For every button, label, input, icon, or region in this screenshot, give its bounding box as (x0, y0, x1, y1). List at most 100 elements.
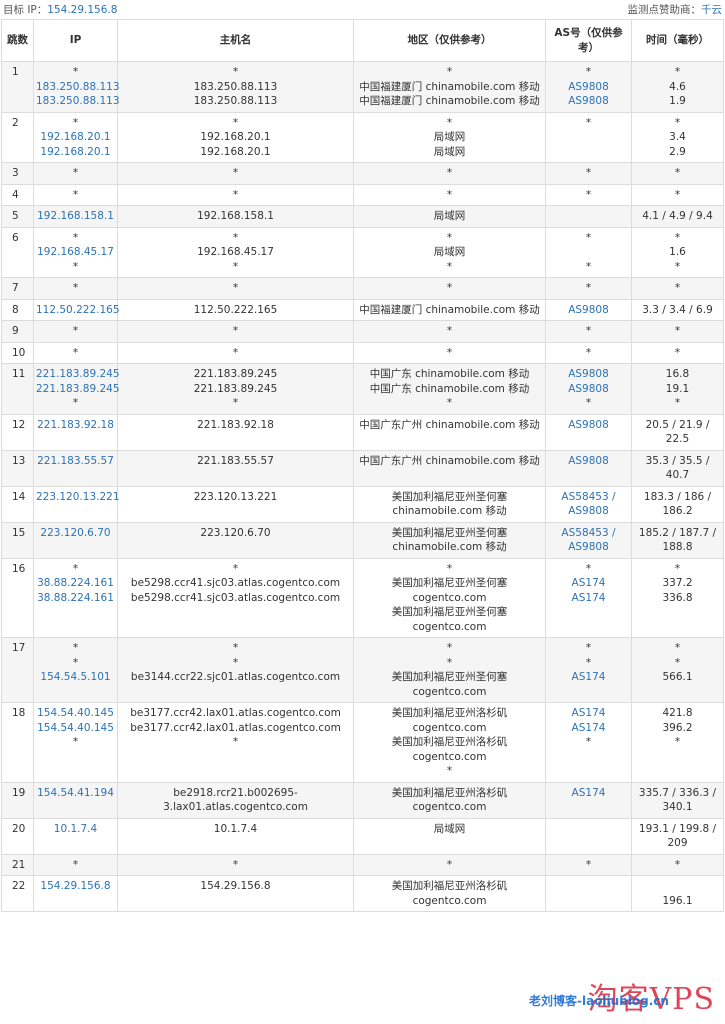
as-link[interactable]: AS9808 (548, 94, 629, 109)
time-value: 1.6 (669, 246, 686, 258)
time-value: 183.3 / 186 / (643, 490, 712, 503)
host-value: * (232, 346, 239, 359)
ip-link[interactable]: 221.183.89.245 (36, 382, 120, 397)
ip-value: * (72, 325, 79, 337)
as-link[interactable]: AS9808 (548, 454, 629, 469)
region-cell: * 局域网 局域网 (353, 111, 546, 163)
as-link[interactable]: AS174 (548, 576, 629, 591)
host-value: * (232, 116, 239, 129)
ip-link[interactable]: 221.183.92.18 (36, 418, 115, 433)
as-link[interactable]: AS9808 (548, 504, 629, 519)
time-value: 19.1 (665, 382, 690, 395)
region-cell: * 中国福建厦门 chinamobile.com 移动 中国福建厦门 chinamo… (353, 61, 546, 113)
host-value: 183.250.88.113 (193, 80, 278, 93)
ip-link[interactable]: 221.183.55.57 (36, 454, 115, 469)
ip-cell: * (33, 277, 118, 300)
as-link[interactable]: AS58453 / (548, 526, 629, 541)
ip-link[interactable]: 10.1.7.4 (36, 822, 115, 837)
hop-cell: 2 (1, 111, 34, 163)
ip-link[interactable]: 192.168.20.1 (36, 145, 115, 160)
time-value: * (674, 116, 681, 129)
region-cell: 局域网 (353, 205, 546, 228)
ip-cell: * 192.168.45.17 * (33, 226, 118, 278)
time-value (634, 879, 721, 894)
host-value: 3.lax01.atlas.cogentco.com (163, 801, 308, 813)
region-value: * (446, 642, 453, 654)
ip-link[interactable]: 183.250.88.113 (36, 80, 120, 95)
region-value: 美国加利福尼亚州圣何塞 (391, 671, 508, 683)
col-host: 主机名 (117, 19, 354, 62)
ip-link[interactable]: 112.50.222.165 (36, 303, 120, 318)
ip-link[interactable]: 38.88.224.161 (36, 576, 115, 591)
as-link[interactable]: AS9808 (548, 382, 629, 397)
as-cell: * (545, 320, 632, 343)
as-link[interactable]: AS174 (548, 706, 629, 721)
region-cell: * 局域网 * (353, 226, 546, 278)
ip-link[interactable]: 183.250.88.113 (36, 94, 120, 109)
hop-cell: 16 (1, 557, 34, 638)
time-value: 196.1 (662, 894, 693, 907)
as-value: * (585, 397, 592, 409)
ip-link[interactable]: 38.88.224.161 (36, 591, 115, 606)
time-value: 335.7 / 336.3 / (638, 786, 717, 799)
as-link[interactable]: AS9808 (548, 540, 629, 555)
time-value: 4.1 / 4.9 / 9.4 (642, 210, 713, 222)
as-cell: * AS9808 AS9808 (545, 61, 632, 113)
as-link[interactable]: AS9808 (548, 418, 629, 433)
ip-link[interactable]: 154.29.156.8 (36, 879, 115, 894)
ip-link[interactable]: 192.168.158.1 (36, 209, 115, 224)
ip-link[interactable]: 223.120.13.221 (36, 490, 120, 505)
as-cell: AS9808 (545, 413, 632, 451)
table-row: 14 223.120.13.221 223.120.13.221 美国加利福尼亚州圣何… (1, 485, 724, 523)
region-value: * (446, 116, 453, 129)
as-link[interactable]: AS174 (548, 786, 629, 801)
as-link[interactable]: AS58453 / (548, 490, 629, 505)
host-value: 192.168.20.1 (200, 131, 271, 143)
as-link[interactable]: AS174 (548, 591, 629, 606)
time-value: 185.2 / 187.7 / (638, 526, 717, 539)
host-value: 192.168.20.1 (200, 145, 271, 158)
hop-cell: 20 (1, 817, 34, 855)
top-info-bar: 目标 IP：154.29.156.8 监测点赞助商：千云 (0, 0, 725, 18)
ip-cell: * (33, 853, 118, 876)
time-cell: * * 566.1 (631, 637, 724, 703)
ip-link[interactable]: 192.168.20.1 (36, 130, 115, 145)
ip-link[interactable]: 192.168.45.17 (36, 245, 115, 260)
hop-cell: 15 (1, 521, 34, 559)
col-as: AS号（仅供参考） (545, 19, 632, 62)
ip-link[interactable]: 154.54.40.145 (36, 721, 115, 736)
table-row: 10 * * * * * (1, 341, 724, 364)
table-row: 7 * * * * * (1, 277, 724, 300)
region-cell: 美国加利福尼亚州圣何塞 chinamobile.com 移动 (353, 485, 546, 523)
hop-cell: 6 (1, 226, 34, 278)
host-cell: * (117, 853, 354, 876)
ip-link[interactable]: 154.54.41.194 (36, 786, 115, 801)
ip-cell: * (33, 320, 118, 343)
time-value: * (674, 66, 681, 78)
host-value: 183.250.88.113 (193, 95, 278, 107)
host-value: be5298.ccr41.sjc03.atlas.cogentco.com (130, 577, 341, 589)
ip-value: * (72, 188, 79, 201)
as-link[interactable]: AS9808 (548, 303, 629, 318)
as-link[interactable]: AS9808 (548, 367, 629, 382)
host-value: * (232, 642, 239, 654)
as-link[interactable]: AS174 (548, 670, 629, 685)
ip-cell: 154.54.41.194 (33, 781, 118, 819)
ip-link[interactable]: 154.54.40.145 (36, 706, 115, 721)
ip-link[interactable]: 154.54.5.101 (36, 670, 115, 685)
ip-link[interactable]: 223.120.6.70 (36, 526, 115, 541)
hop-cell: 5 (1, 205, 34, 228)
as-cell: AS174 AS174 * (545, 702, 632, 783)
as-value (548, 245, 629, 260)
time-value: * (674, 736, 681, 748)
time-cell: 16.8 19.1 * (631, 363, 724, 415)
host-value: * (232, 66, 239, 78)
host-value: 221.183.89.245 (193, 382, 278, 395)
target-ip[interactable]: 154.29.156.8 (47, 4, 117, 16)
time-cell: 35.3 / 35.5 / 40.7 (631, 449, 724, 487)
region-value: 中国福建厦门 chinamobile.com 移动 (359, 95, 540, 107)
sponsor-link[interactable]: 千云 (701, 4, 722, 16)
ip-link[interactable]: 221.183.89.245 (36, 367, 120, 382)
as-link[interactable]: AS9808 (548, 80, 629, 95)
as-link[interactable]: AS174 (548, 721, 629, 736)
